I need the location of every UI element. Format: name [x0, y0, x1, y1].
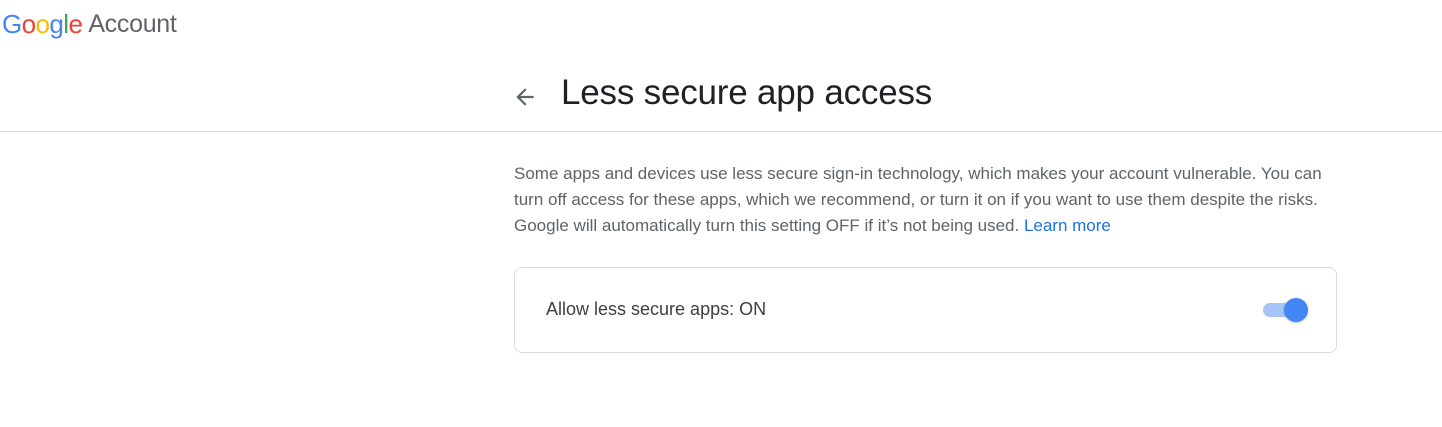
logo-letter: G [2, 8, 22, 39]
product-name: Account [88, 9, 177, 38]
arrow-left-icon [516, 88, 534, 106]
description-text: Some apps and devices use less secure si… [514, 164, 1322, 235]
description: Some apps and devices use less secure si… [514, 161, 1354, 239]
back-button[interactable] [510, 82, 540, 112]
learn-more-link[interactable]: Learn more [1024, 216, 1111, 235]
less-secure-apps-toggle[interactable] [1260, 296, 1310, 324]
header: Google Account [2, 6, 177, 42]
setting-label: Allow less secure apps: ON [546, 299, 767, 319]
setting-card: Allow less secure apps: ON [514, 267, 1337, 353]
logo-letter: o [21, 8, 36, 39]
google-logo[interactable]: Google [2, 8, 83, 40]
logo-letter: g [49, 8, 64, 39]
title-bar: Less secure app access [0, 60, 1442, 132]
logo-letter: e [68, 8, 83, 39]
toggle-thumb [1284, 298, 1308, 322]
page-title: Less secure app access [561, 73, 933, 112]
logo-letter: o [35, 8, 50, 39]
